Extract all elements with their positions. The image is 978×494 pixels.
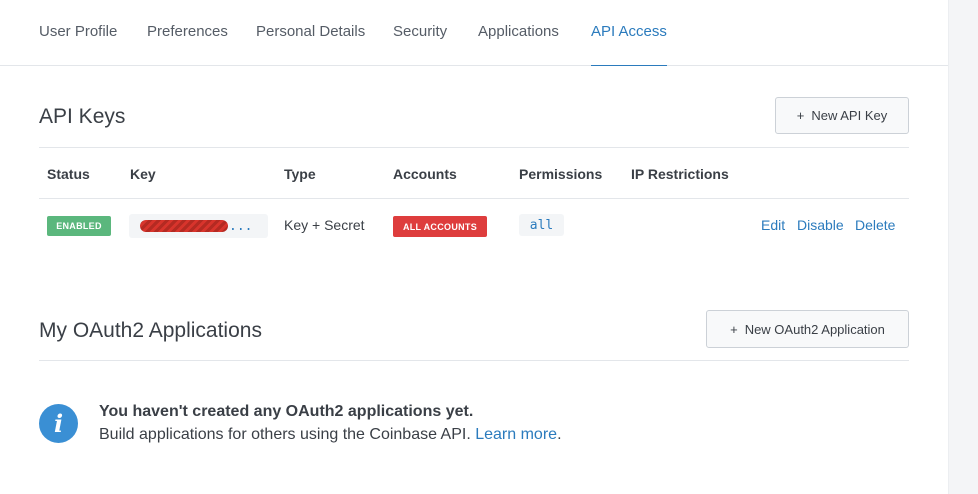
new-api-key-label: New API Key (811, 108, 888, 123)
plus-icon: + (730, 321, 738, 337)
column-header-type: Type (284, 166, 316, 182)
empty-state-description: Build applications for others using the … (99, 426, 562, 444)
key-type: Key + Secret (284, 217, 365, 233)
api-key-value[interactable]: ... (129, 214, 268, 238)
api-key-suffix: ... (229, 218, 253, 234)
settings-tabs: User Profile Preferences Personal Detail… (0, 0, 948, 66)
plus-icon: + (796, 108, 805, 123)
empty-state-title: You haven't created any OAuth2 applicati… (99, 403, 474, 420)
delete-key-link[interactable]: Delete (855, 217, 895, 233)
edit-key-link[interactable]: Edit (761, 217, 785, 233)
section-divider (39, 360, 909, 361)
column-header-key: Key (130, 166, 156, 182)
tab-user-profile[interactable]: User Profile (39, 23, 117, 66)
column-header-ip-restrictions: IP Restrictions (631, 166, 729, 182)
status-badge: ENABLED (47, 216, 111, 236)
table-row: ENABLED ... Key + Secret ALL ACCOUNTS al… (39, 199, 909, 251)
learn-more-link[interactable]: Learn more (475, 426, 557, 443)
new-oauth-app-label: New OAuth2 Application (744, 321, 885, 337)
oauth-apps-title: My OAuth2 Applications (39, 319, 262, 342)
column-header-accounts: Accounts (393, 166, 457, 182)
new-api-key-button[interactable]: + New API Key (775, 97, 909, 134)
empty-state-period: . (557, 426, 562, 443)
empty-state-text: Build applications for others using the … (99, 426, 471, 443)
api-keys-table: Status Key Type Accounts Permissions IP … (39, 147, 909, 251)
tab-api-access[interactable]: API Access (591, 23, 667, 66)
new-oauth-app-button[interactable]: + New OAuth2 Application (706, 310, 909, 348)
info-icon: i (39, 404, 78, 443)
tab-personal-details[interactable]: Personal Details (256, 23, 365, 66)
api-keys-title: API Keys (39, 105, 126, 128)
accounts-badge: ALL ACCOUNTS (393, 216, 487, 237)
tab-security[interactable]: Security (393, 23, 447, 66)
column-header-permissions: Permissions (519, 166, 603, 182)
scrollbar-gutter[interactable] (948, 0, 978, 494)
redacted-key-mark (140, 220, 228, 232)
column-header-status: Status (47, 166, 90, 182)
permissions-value: all (519, 214, 564, 236)
main-content: User Profile Preferences Personal Detail… (0, 0, 948, 494)
table-header: Status Key Type Accounts Permissions IP … (39, 147, 909, 199)
tab-applications[interactable]: Applications (478, 23, 559, 66)
disable-key-link[interactable]: Disable (797, 217, 844, 233)
tab-preferences[interactable]: Preferences (147, 23, 228, 66)
